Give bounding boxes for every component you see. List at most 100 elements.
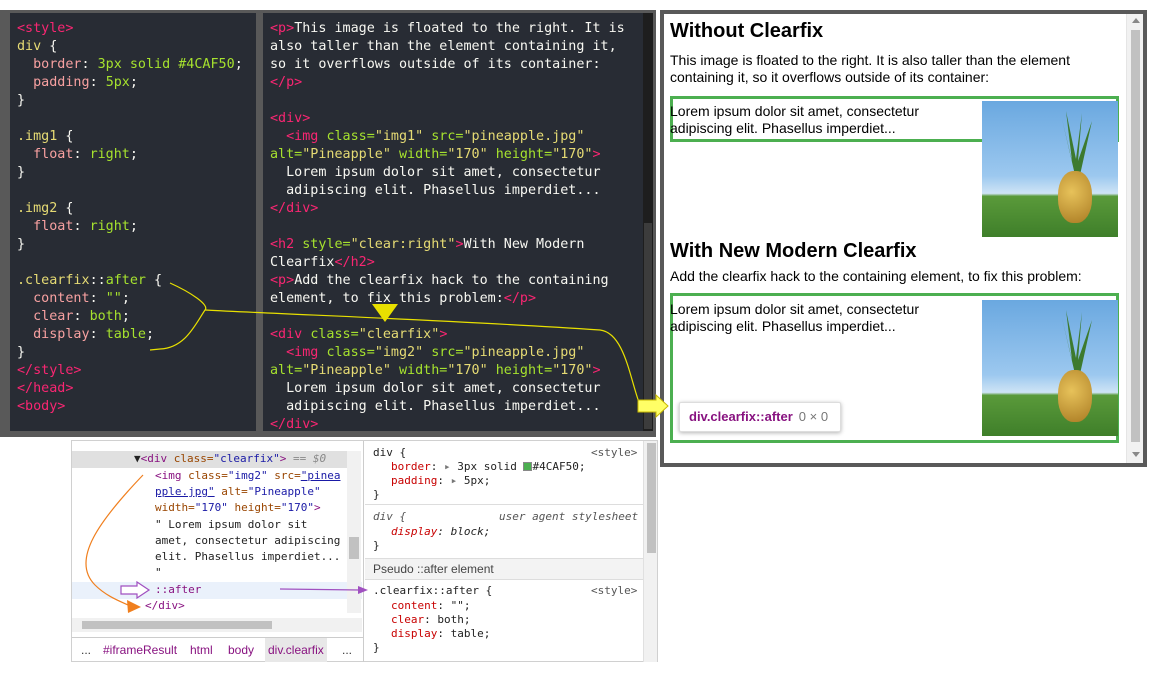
dom-node-img[interactable]: <img class="img2" src="pinea	[155, 468, 341, 484]
css-code-token: .img1	[17, 129, 58, 144]
styles-scrollbar-thumb[interactable]	[647, 443, 656, 553]
editor-scrollbar-thumb[interactable]	[644, 223, 652, 429]
css-code-line: .clearfix::after {	[17, 272, 243, 290]
styles-scrollbar[interactable]	[643, 441, 657, 662]
dom-text-line-1[interactable]: " Lorem ipsum dolor sit	[155, 517, 307, 533]
html-code-line: Clearfix</h2>	[270, 254, 625, 272]
css-code: <style> div { border: 3px solid #4CAF50; …	[17, 20, 243, 416]
style-rule-1-selector[interactable]: div {	[373, 446, 406, 460]
css-code-token: 3px solid #4CAF50	[97, 57, 235, 72]
html-code-token: "img2"	[374, 345, 424, 360]
dom-after-label: ::after	[155, 583, 202, 596]
breadcrumb-more-right[interactable]: ...	[342, 638, 352, 662]
dom-node-div-close[interactable]: </div>	[145, 598, 185, 614]
dom-img-close: >	[313, 501, 321, 514]
dom-node-after-pseudo[interactable]: ::after	[155, 582, 201, 598]
html-code-token: Lorem ipsum dolor sit amet, consectetur	[270, 165, 601, 180]
style-rule-3-clear[interactable]: clear: both;	[391, 613, 471, 627]
style-val-display: table;	[450, 627, 491, 640]
css-code-token: border	[17, 57, 82, 72]
style-rule-1-padding[interactable]: padding: ▸ 5px;	[391, 474, 490, 488]
paragraph-1-line-2: containing it, so it overflows outside o…	[670, 69, 990, 85]
css-code-line: div {	[17, 38, 243, 56]
breadcrumb-html[interactable]: html	[190, 638, 213, 662]
breadcrumb-body[interactable]: body	[228, 638, 254, 662]
html-code-token: "Pineapple"	[302, 363, 391, 378]
breadcrumb-div-clearfix[interactable]: div.clearfix	[265, 638, 327, 662]
style-rule-3-display[interactable]: display: table;	[391, 627, 490, 641]
html-code-token: alt=	[270, 363, 303, 378]
css-code-token: padding	[17, 75, 90, 90]
breadcrumb-iframe[interactable]: #iframeResult	[103, 638, 177, 662]
css-code-token: :	[89, 291, 106, 306]
style-rule-3-content[interactable]: content: "";	[391, 599, 470, 613]
style-prop-border: border	[391, 460, 431, 473]
dom-img-height-attr: height=	[227, 501, 281, 514]
editor-scrollbar[interactable]	[643, 13, 653, 431]
css-code-line: <style>	[17, 20, 243, 38]
dom-hovered-row[interactable]	[72, 582, 362, 599]
style-rule-1-border[interactable]: border: ▸ 3px solid #4CAF50;	[391, 460, 585, 474]
dom-attr-value: "clearfix"	[213, 452, 280, 465]
html-code-token: </div>	[270, 201, 319, 216]
html-code-token: "170"	[552, 363, 593, 378]
style-rule-3-source[interactable]: <style>	[591, 584, 637, 598]
css-code-token: :	[73, 219, 90, 234]
html-code-line: <div>	[270, 110, 625, 128]
tooltip-element-name: div.clearfix::after	[689, 409, 793, 424]
scroll-up-arrow-icon[interactable]	[1132, 18, 1140, 23]
dom-vertical-scrollbar-thumb[interactable]	[349, 537, 359, 559]
html-code-token: This image is floated to the right. It i…	[294, 21, 625, 36]
result-scrollbar[interactable]	[1126, 14, 1143, 463]
html-code-pane[interactable]: <p>This image is floated to the right. I…	[263, 13, 643, 431]
css-code-token: ""	[105, 291, 122, 306]
css-code-token: </style>	[17, 363, 82, 378]
dom-node-div-clearfix[interactable]: ▼<div class="clearfix"> == $0	[134, 451, 326, 467]
css-code-token: :	[89, 327, 106, 342]
dom-img-src-link[interactable]: "pinea	[301, 469, 341, 482]
css-code-line	[17, 254, 243, 272]
dom-img-line-3: width="170" height="170">	[155, 500, 321, 516]
expand-triangle-icon[interactable]: ▸	[451, 474, 458, 487]
html-code-token: Lorem ipsum dolor sit amet, consectetur	[270, 381, 601, 396]
html-code-line: <div class="clearfix">	[270, 326, 625, 344]
css-code-line: display: table;	[17, 326, 243, 344]
scroll-down-arrow-icon[interactable]	[1132, 452, 1140, 457]
style-rule-3-selector[interactable]: .clearfix::after {	[373, 584, 492, 598]
css-code-line: clear: both;	[17, 308, 243, 326]
dom-text-line-4: "	[155, 566, 162, 579]
html-code-token: style=	[302, 237, 351, 252]
css-code-token: float	[17, 219, 74, 234]
html-code-line: adipiscing elit. Phasellus imperdiet...	[270, 398, 625, 416]
css-code-token: .clearfix	[17, 273, 90, 288]
style-rule-1-source[interactable]: <style>	[591, 446, 637, 460]
html-code-token: adipiscing elit. Phasellus imperdiet...	[270, 399, 601, 414]
html-code-token: width=	[390, 147, 448, 162]
style-rule-2-display[interactable]: display: block;	[391, 525, 490, 539]
dom-img-src-link-cont[interactable]: pple.jpg"	[155, 485, 215, 498]
style-prop-content: content	[391, 599, 438, 612]
style-val-clear: both;	[437, 613, 471, 626]
html-code-token: <p>	[270, 273, 295, 288]
styles-pane: div { <style> border: ▸ 3px solid #4CAF5…	[365, 441, 643, 662]
html-code-line: adipiscing elit. Phasellus imperdiet...	[270, 182, 625, 200]
dom-horizontal-scrollbar[interactable]	[72, 618, 362, 632]
style-rule-2-selector[interactable]: div {	[373, 510, 406, 524]
expand-triangle-icon[interactable]: ▸	[444, 460, 451, 473]
html-code-token: </h2>	[334, 255, 375, 270]
html-code-token: <img	[270, 129, 327, 144]
html-code-token: <p>	[270, 21, 295, 36]
html-code-token: "clearfix"	[358, 327, 440, 342]
html-code-token: also taller than the element containing …	[270, 39, 617, 54]
breadcrumb-more-left[interactable]: ...	[81, 638, 91, 662]
dom-img-line-2: pple.jpg" alt="Pineapple"	[155, 484, 321, 500]
pineapple-leaves-2	[1062, 310, 1092, 374]
css-code-pane[interactable]: <style> div { border: 3px solid #4CAF50; …	[10, 13, 256, 431]
html-code-token: height=	[487, 147, 553, 162]
css-code-token: ;	[129, 75, 138, 90]
result-scrollbar-thumb[interactable]	[1131, 30, 1140, 442]
dom-vertical-scrollbar[interactable]	[347, 451, 361, 613]
dom-horizontal-scrollbar-thumb[interactable]	[82, 621, 272, 629]
html-code-line: Lorem ipsum dolor sit amet, consectetur	[270, 164, 625, 182]
css-code-line: <body>	[17, 398, 243, 416]
